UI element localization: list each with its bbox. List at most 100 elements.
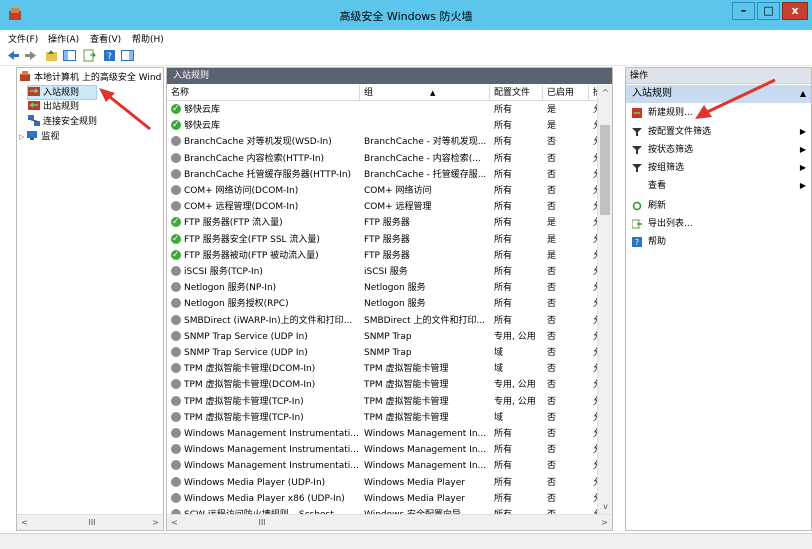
table-row[interactable]: BranchCache 对等机发现(WSD-In) BranchCache - 对… xyxy=(167,134,601,150)
action-item[interactable]: 按组筛选 ▶ xyxy=(626,160,811,176)
cell-name: iSCSI 服务(TCP-In) xyxy=(171,264,359,280)
tree-item-monitoring[interactable]: ▷ 监视 xyxy=(19,130,59,145)
table-row[interactable]: TPM 虚拟智能卡管理(DCOM-In)TPM 虚拟智能卡管理专用, 公用否允 xyxy=(167,377,601,393)
expand-arrow-icon[interactable]: ▷ xyxy=(19,133,24,141)
cell-text: COM+ 远程管理 xyxy=(364,202,432,213)
table-row[interactable]: BranchCache 托管缓存服务器(HTTP-In) BranchCache … xyxy=(167,167,601,183)
scroll-right-icon[interactable]: > xyxy=(148,515,163,530)
column-profile[interactable]: 配置文件 xyxy=(490,85,543,101)
menu-view[interactable]: 查看(V) xyxy=(90,32,121,45)
column-name[interactable]: 名称 xyxy=(167,85,360,101)
cell-text: 否 xyxy=(547,169,557,180)
minimize-button[interactable]: – xyxy=(732,2,755,20)
cell-text: 所有 xyxy=(494,105,513,115)
table-row[interactable]: COM+ 远程管理(DCOM-In)COM+ 远程管理所有否允 xyxy=(167,199,601,215)
scroll-thumb[interactable] xyxy=(600,125,610,215)
show-hide-action-pane-icon[interactable] xyxy=(120,48,135,63)
action-item[interactable]: 查看 ▶ xyxy=(626,178,811,194)
rules-horizontal-scrollbar[interactable]: < III > xyxy=(167,514,612,530)
cell-profile: 所有 xyxy=(494,248,542,264)
cell-text: 所有 xyxy=(494,461,513,472)
table-row[interactable]: Windows Media Player (UDP-In) Windows Med… xyxy=(167,475,601,491)
menu-file[interactable]: 文件(F) xyxy=(8,32,38,45)
up-folder-icon[interactable] xyxy=(44,48,59,63)
table-row[interactable]: TPM 虚拟智能卡管理(DCOM-In)TPM 虚拟智能卡管理域否允 xyxy=(167,361,601,377)
cell-enabled: 否 xyxy=(547,345,589,361)
collapse-icon[interactable]: ▲ xyxy=(800,85,806,103)
action-label: 帮助 xyxy=(648,237,667,247)
disabled-rule-icon xyxy=(171,492,181,503)
table-row[interactable]: Windows Management Instrumentati... Windo… xyxy=(167,426,601,442)
table-row[interactable]: Netlogon 服务(NP-In)Netlogon 服务所有否允 xyxy=(167,280,601,296)
filter-icon xyxy=(632,127,642,137)
action-item[interactable]: 按配置文件筛选 ▶ xyxy=(626,124,811,140)
column-group[interactable]: 组 ▲ xyxy=(360,85,490,101)
table-row[interactable]: TPM 虚拟智能卡管理(TCP-In)TPM 虚拟智能卡管理专用, 公用否允 xyxy=(167,394,601,410)
tree-item-label: 连接安全规则 xyxy=(43,117,98,127)
action-item[interactable]: 新建规则... xyxy=(626,105,811,121)
maximize-button[interactable]: □ xyxy=(757,2,780,20)
action-item[interactable]: 按状态筛选 ▶ xyxy=(626,142,811,158)
tree-item-outbound-rules[interactable]: 出站规则 xyxy=(28,100,79,115)
tree-horizontal-scrollbar[interactable]: < III > xyxy=(17,514,163,530)
table-row[interactable]: Windows Media Player x86 (UDP-In) Windows… xyxy=(167,491,601,507)
table-row[interactable]: Windows Management Instrumentati... Windo… xyxy=(167,458,601,474)
rules-vertical-scrollbar[interactable]: ^ v xyxy=(597,85,612,514)
table-row[interactable]: Netlogon 服务授权(RPC)Netlogon 服务所有否允 xyxy=(167,296,601,312)
show-hide-tree-icon[interactable] xyxy=(62,48,77,63)
scroll-thumb-grip[interactable]: III xyxy=(247,515,277,530)
cell-name: 够快云库 xyxy=(171,118,359,134)
export-list-icon[interactable] xyxy=(82,48,97,63)
table-row[interactable]: BranchCache 内容检索(HTTP-In) BranchCache - 内… xyxy=(167,151,601,167)
table-row[interactable]: TPM 虚拟智能卡管理(TCP-In)TPM 虚拟智能卡管理域否允 xyxy=(167,410,601,426)
table-row[interactable]: 够快云库所有是允 xyxy=(167,102,601,118)
table-row[interactable]: SNMP Trap Service (UDP In) SNMP Trap 专用, 公… xyxy=(167,329,601,345)
tree-item-label: 入站规则 xyxy=(43,88,80,98)
table-row[interactable]: SNMP Trap Service (UDP In)SNMP Trap域否允 xyxy=(167,345,601,361)
scroll-left-icon[interactable]: < xyxy=(167,515,182,530)
rules-list-pane: 入站规则 名称 组▲ 配置文件 已启用 操 够快云库所有是允够快云库所有是允Br… xyxy=(166,67,613,531)
table-row[interactable]: iSCSI 服务(TCP-In)iSCSI 服务所有否允 xyxy=(167,264,601,280)
tree-item-connection-security[interactable]: 连接安全规则 xyxy=(28,115,97,130)
scroll-down-icon[interactable]: v xyxy=(598,499,612,514)
help-icon[interactable]: ? xyxy=(102,48,117,63)
cell-name: Windows Media Player x86 (UDP-In) xyxy=(171,491,359,507)
table-row[interactable]: COM+ 网络访问(DCOM-In)COM+ 网络访问所有否允 xyxy=(167,183,601,199)
table-row[interactable]: FTP 服务器被动(FTP 被动流入量)FTP 服务器所有是允 xyxy=(167,248,601,264)
scroll-thumb-grip[interactable]: III xyxy=(77,515,107,530)
cell-text: 所有 xyxy=(494,493,513,504)
action-item[interactable]: 导出列表... xyxy=(626,216,811,232)
cell-text: 否 xyxy=(547,477,557,488)
scroll-right-icon[interactable]: > xyxy=(597,515,612,530)
table-row[interactable]: SMBDirect (iWARP-In)上的文件和打印... SMBDirect … xyxy=(167,313,601,329)
table-row[interactable]: FTP 服务器安全(FTP SSL 流入量)FTP 服务器所有是允 xyxy=(167,232,601,248)
cell-group: FTP 服务器 xyxy=(364,232,490,248)
action-item[interactable]: ? 帮助 xyxy=(626,234,811,250)
cell-group: BranchCache - 托管缓存服... xyxy=(364,167,490,183)
table-row[interactable]: FTP 服务器(FTP 流入量)FTP 服务器所有是允 xyxy=(167,215,601,231)
forward-arrow-icon[interactable] xyxy=(23,48,38,63)
svg-text:?: ? xyxy=(635,238,639,247)
cell-text: 否 xyxy=(547,315,557,326)
disabled-rule-icon xyxy=(171,185,181,195)
back-arrow-icon[interactable] xyxy=(6,48,21,63)
menu-help[interactable]: 帮助(H) xyxy=(132,32,164,45)
cell-enabled: 否 xyxy=(547,313,589,329)
cell-text: 所有 xyxy=(494,250,513,261)
tree-item-inbound-rules[interactable]: 入站规则 xyxy=(27,85,97,100)
cell-text: 所有 xyxy=(494,429,513,439)
menu-action[interactable]: 操作(A) xyxy=(48,32,79,45)
table-row[interactable]: Windows Management Instrumentati... Windo… xyxy=(167,442,601,458)
cell-text: 所有 xyxy=(494,477,513,488)
table-row[interactable]: 够快云库所有是允 xyxy=(167,118,601,134)
cell-text: 否 xyxy=(547,153,557,164)
actions-section-inbound-rules[interactable]: 入站规则 ▲ xyxy=(626,85,811,103)
close-button[interactable]: x xyxy=(782,2,808,20)
scroll-left-icon[interactable]: < xyxy=(17,515,32,530)
cell-text: Windows Media Player x86 (UDP-In) xyxy=(184,493,345,504)
scroll-up-icon[interactable]: ^ xyxy=(598,85,612,100)
cell-text: iSCSI 服务 xyxy=(364,267,408,277)
action-item[interactable]: 刷新 xyxy=(626,198,811,214)
tree-root[interactable]: 本地计算机 上的高级安全 Wind xyxy=(19,71,161,86)
column-enabled[interactable]: 已启用 xyxy=(543,85,589,101)
